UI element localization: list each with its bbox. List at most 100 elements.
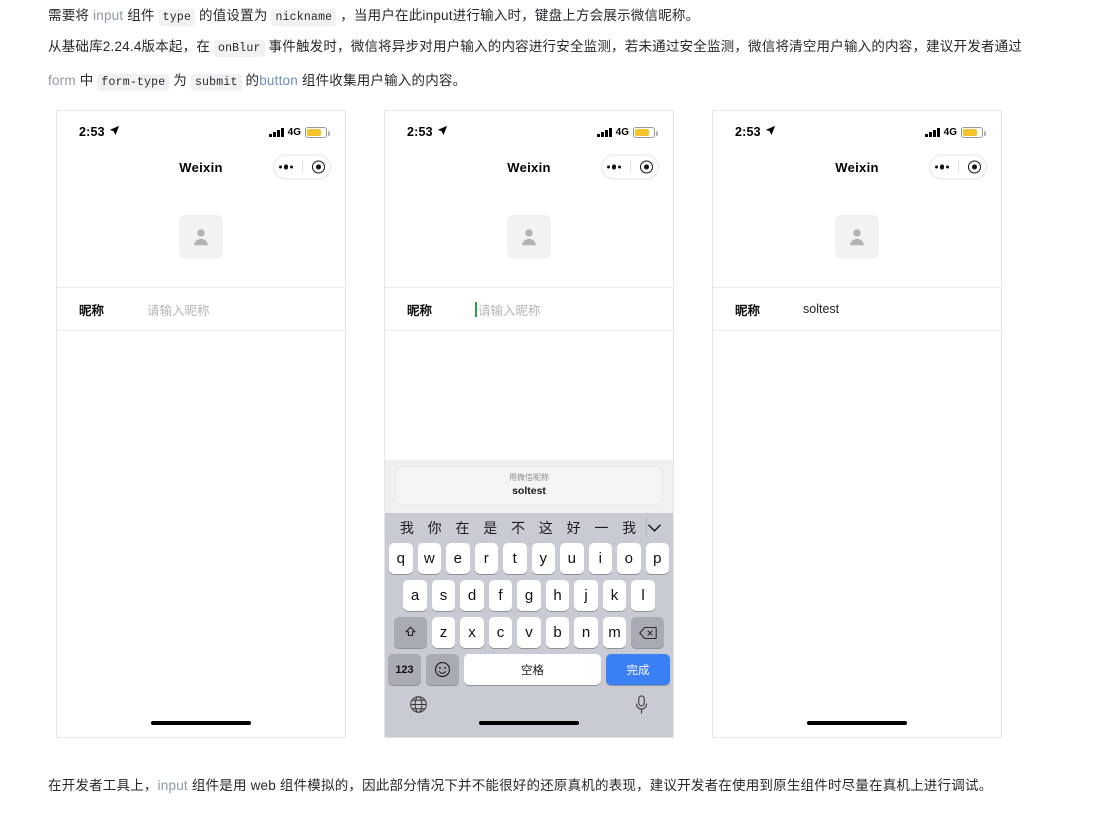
- key-y[interactable]: y: [531, 543, 555, 574]
- candidate-word[interactable]: 好: [560, 518, 588, 538]
- candidate-word[interactable]: 我: [393, 518, 421, 538]
- text-segment: 的: [241, 73, 260, 88]
- backspace-icon[interactable]: [631, 617, 665, 648]
- battery-icon: [633, 126, 658, 138]
- nickname-form-row[interactable]: 昵称 请输入昵称: [57, 287, 345, 331]
- key-o[interactable]: o: [617, 543, 641, 574]
- location-arrow-icon: [765, 125, 776, 139]
- person-icon: [850, 229, 864, 246]
- page-title: Weixin: [835, 159, 879, 175]
- network-type-label: 4G: [287, 126, 301, 138]
- globe-icon[interactable]: [409, 695, 428, 714]
- code-nickname: nickname: [271, 9, 337, 26]
- key-c[interactable]: c: [488, 617, 513, 648]
- text-segment: 组件收集用户输入的内容。: [297, 73, 467, 88]
- key-h[interactable]: h: [545, 580, 570, 611]
- candidate-word[interactable]: 是: [476, 518, 504, 538]
- key-p[interactable]: p: [645, 543, 669, 574]
- page-title: Weixin: [507, 159, 551, 175]
- emoji-icon[interactable]: [426, 654, 459, 685]
- key-n[interactable]: n: [574, 617, 598, 648]
- text-segment: 中: [75, 73, 98, 88]
- microphone-icon[interactable]: [634, 695, 649, 715]
- nickname-input[interactable]: soltest: [803, 302, 839, 316]
- candidate-word[interactable]: 我: [615, 518, 643, 538]
- numeric-keyboard-button[interactable]: 123: [388, 654, 421, 685]
- person-icon: [522, 229, 536, 246]
- text-segment: ，当用户在此input进行输入时，键盘上方会展示微信昵称。: [336, 8, 700, 23]
- key-r[interactable]: r: [474, 543, 498, 574]
- key-s[interactable]: s: [431, 580, 456, 611]
- key-d[interactable]: d: [460, 580, 484, 611]
- keyboard-suggestion-bar: 用微信昵称 soltest: [385, 460, 673, 513]
- link-button[interactable]: button: [259, 73, 298, 88]
- nickname-placeholder: 请输入昵称: [478, 303, 541, 318]
- phone-mockup-focused: 2:53 4G Weixin 昵称 请输入昵称 用微信昵称 soltest 我 …: [384, 110, 674, 738]
- capsule-divider: [958, 160, 960, 174]
- status-bar: 2:53 4G: [57, 111, 345, 147]
- key-m[interactable]: m: [602, 617, 627, 648]
- nickname-input[interactable]: 请输入昵称: [147, 300, 210, 319]
- done-button[interactable]: 完成: [606, 654, 670, 685]
- candidate-word[interactable]: 在: [449, 518, 477, 538]
- nickname-form-row[interactable]: 昵称 soltest: [713, 287, 1001, 331]
- status-bar: 2:53 4G: [713, 111, 1001, 147]
- close-target-icon[interactable]: [640, 160, 654, 174]
- paragraph-onblur-security: 从基础库2.24.4版本起，在 onBlur 事件触发时，微信将异步对用户输入的…: [48, 31, 1048, 99]
- key-z[interactable]: z: [431, 617, 456, 648]
- close-target-icon[interactable]: [312, 160, 326, 174]
- close-target-icon[interactable]: [968, 160, 982, 174]
- text-segment: 组件是用 web 组件模拟的，因此部分情况下并不能很好的还原真机的表现，建议开发…: [187, 778, 993, 793]
- candidate-word[interactable]: 不: [504, 518, 532, 538]
- key-e[interactable]: e: [446, 543, 470, 574]
- person-icon: [194, 229, 208, 246]
- status-bar-right: 4G: [597, 126, 658, 138]
- page-root: 需要将 input 组件 type 的值设置为 nickname ，当用户在此i…: [0, 0, 1097, 824]
- link-input[interactable]: input: [93, 8, 123, 23]
- shift-icon[interactable]: [393, 617, 427, 648]
- text-segment: 事件触发时，微信将异步对用户输入的内容进行安全监测，若未通过安全监测，微信将清空…: [264, 39, 1023, 54]
- key-f[interactable]: f: [488, 580, 513, 611]
- wechat-capsule-button[interactable]: [273, 154, 331, 180]
- wechat-capsule-button[interactable]: [601, 154, 659, 180]
- location-arrow-icon: [109, 125, 120, 139]
- signal-strength-icon: [925, 127, 940, 137]
- key-x[interactable]: x: [460, 617, 484, 648]
- avatar[interactable]: [179, 215, 223, 259]
- link-input[interactable]: input: [158, 778, 188, 793]
- keyboard-row-1: q w e r t y u i o p: [385, 543, 673, 580]
- candidate-word[interactable]: 这: [532, 518, 560, 538]
- key-i[interactable]: i: [588, 543, 612, 574]
- avatar-section: [713, 187, 1001, 287]
- wechat-capsule-button[interactable]: [929, 154, 987, 180]
- key-g[interactable]: g: [517, 580, 541, 611]
- key-k[interactable]: k: [602, 580, 627, 611]
- key-j[interactable]: j: [574, 580, 598, 611]
- nickname-input-focused[interactable]: 请输入昵称: [475, 300, 541, 319]
- link-form[interactable]: form: [48, 73, 76, 88]
- avatar[interactable]: [835, 215, 879, 259]
- key-b[interactable]: b: [545, 617, 570, 648]
- nav-bar: Weixin: [713, 147, 1001, 187]
- key-a[interactable]: a: [403, 580, 427, 611]
- candidate-word[interactable]: 一: [587, 518, 615, 538]
- text-caret: [475, 301, 477, 317]
- key-u[interactable]: u: [560, 543, 584, 574]
- nickname-form-row[interactable]: 昵称 请输入昵称: [385, 287, 673, 331]
- wechat-nickname-suggestion[interactable]: 用微信昵称 soltest: [395, 466, 663, 505]
- home-indicator: [151, 720, 251, 725]
- space-key[interactable]: 空格: [464, 654, 601, 685]
- key-q[interactable]: q: [389, 543, 413, 574]
- key-w[interactable]: w: [417, 543, 441, 574]
- key-t[interactable]: t: [503, 543, 527, 574]
- more-menu-icon[interactable]: [934, 164, 950, 170]
- more-menu-icon[interactable]: [606, 164, 622, 170]
- avatar[interactable]: [507, 215, 551, 259]
- more-menu-icon[interactable]: [278, 164, 294, 170]
- nickname-label: 昵称: [79, 303, 105, 318]
- paragraph-nickname-intro: 需要将 input 组件 type 的值设置为 nickname ，当用户在此i…: [48, 0, 1048, 34]
- key-v[interactable]: v: [517, 617, 541, 648]
- candidate-word[interactable]: 你: [421, 518, 449, 538]
- phone-mockup-filled: 2:53 4G Weixin 昵称 soltest: [712, 110, 1002, 738]
- key-l[interactable]: l: [631, 580, 655, 611]
